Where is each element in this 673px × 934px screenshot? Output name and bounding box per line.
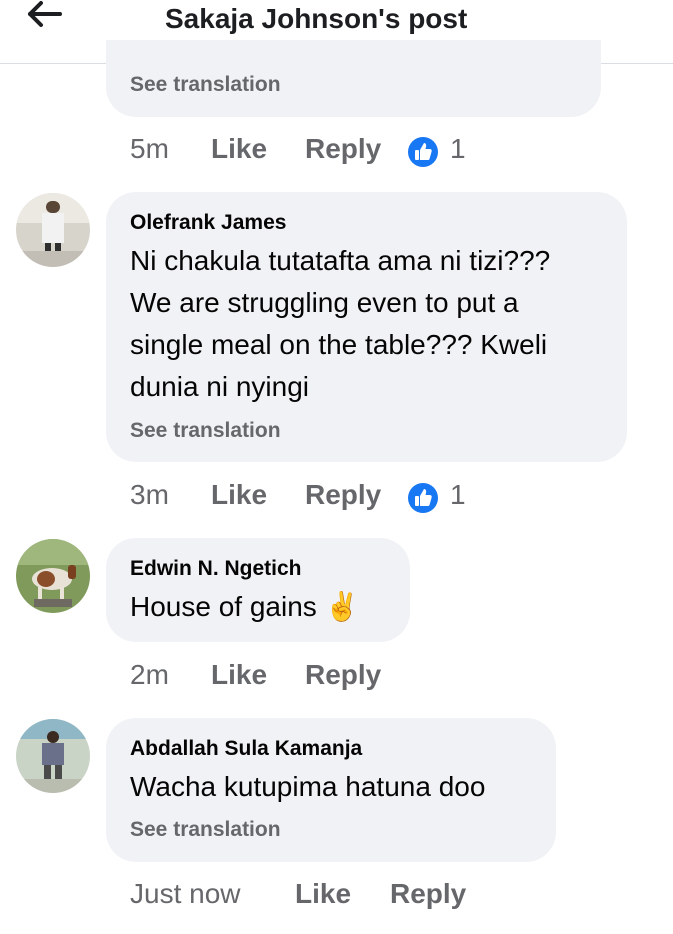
reply-button[interactable]: Reply [305, 133, 381, 165]
comment-text: Ni chakula tutatafta ama ni tizi??? We a… [130, 240, 610, 408]
reply-button[interactable]: Reply [305, 659, 381, 691]
reaction-count: 1 [450, 133, 466, 164]
see-translation-link[interactable]: See translation [130, 419, 281, 443]
comment-time: 2m [130, 659, 169, 690]
avatar[interactable] [16, 193, 90, 267]
like-button[interactable]: Like [211, 133, 267, 165]
back-arrow-icon[interactable] [26, 0, 66, 32]
like-button[interactable]: Like [211, 479, 267, 511]
avatar[interactable] [16, 539, 90, 613]
comment-time: Just now [130, 878, 241, 909]
comment-line: Wacha kutupima hatuna doo [130, 771, 486, 802]
comment-text: House of gains ✌ [130, 586, 359, 628]
comment-line: single meal on the table??? Kweli [130, 329, 548, 360]
comment-time: 5m [130, 133, 169, 164]
comment-line: Ni chakula tutatafta ama ni tizi??? [130, 245, 551, 276]
like-button[interactable]: Like [295, 878, 351, 910]
reply-button[interactable]: Reply [390, 878, 466, 910]
reaction-count: 1 [450, 479, 466, 510]
comment-author[interactable]: Olefrank James [130, 211, 286, 235]
comment-line: We are struggling even to put a [130, 287, 519, 318]
see-translation-link[interactable]: See translation [130, 818, 281, 842]
see-translation-link[interactable]: See translation [130, 73, 281, 97]
victory-hand-emoji: ✌ [324, 591, 360, 622]
comment-line: House of gains [130, 591, 317, 622]
like-button[interactable]: Like [211, 659, 267, 691]
reply-button[interactable]: Reply [305, 479, 381, 511]
comment-author[interactable]: Edwin N. Ngetich [130, 557, 302, 581]
comment-text: Wacha kutupima hatuna doo [130, 766, 485, 808]
comment-line: dunia ni nyingi [130, 371, 310, 402]
comment-author[interactable]: Abdallah Sula Kamanja [130, 737, 362, 761]
avatar[interactable] [16, 719, 90, 793]
comment-time: 3m [130, 479, 169, 510]
thumbs-up-icon [408, 483, 438, 513]
page-title: Sakaja Johnson's post [165, 3, 468, 34]
thumbs-up-icon [408, 137, 438, 167]
